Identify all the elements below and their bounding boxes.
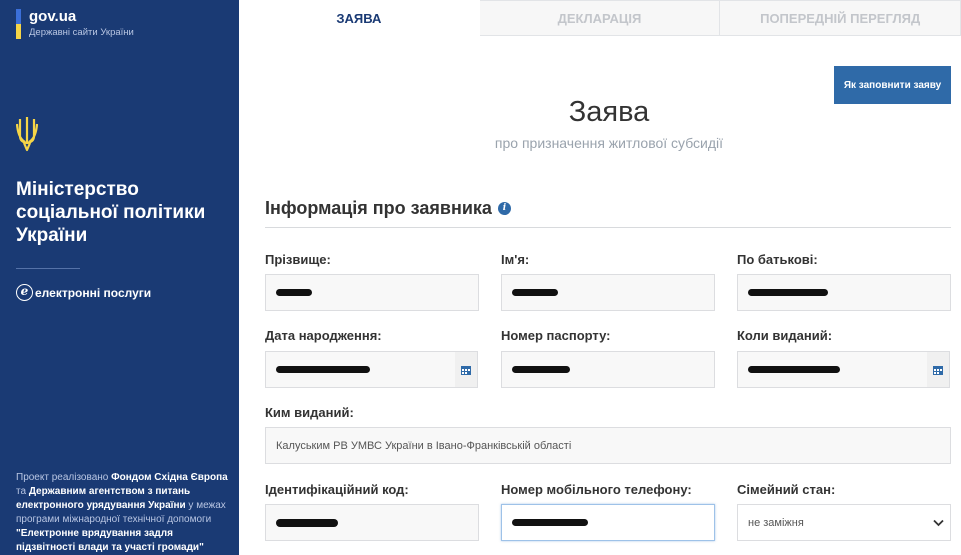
gov-ua-subtitle: Державні сайти України bbox=[29, 27, 134, 38]
wizard-tabs: Заява Декларація Попередній перегляд bbox=[239, 0, 961, 36]
birth-date-input[interactable] bbox=[265, 351, 456, 388]
redacted-value bbox=[512, 519, 588, 526]
project-link-fund[interactable]: Фондом Східна Європа bbox=[111, 472, 228, 483]
phone-input[interactable] bbox=[501, 504, 715, 541]
chevron-down-icon bbox=[933, 519, 944, 526]
project-credits: Проект реалізовано Фондом Східна Європа … bbox=[16, 471, 228, 555]
family-status-label: Сімейний стан: bbox=[737, 482, 836, 497]
trident-emblem-icon bbox=[16, 117, 38, 152]
e-services-icon: e bbox=[16, 284, 33, 301]
name-label: Ім'я: bbox=[501, 252, 530, 267]
issued-when-input[interactable] bbox=[737, 351, 928, 388]
issued-when-calendar-button[interactable] bbox=[927, 351, 950, 388]
e-services-link[interactable]: e електронні послуги bbox=[16, 284, 151, 301]
passport-input[interactable] bbox=[501, 351, 715, 388]
sidebar-divider bbox=[16, 268, 80, 269]
family-status-select[interactable]: не заміжня bbox=[737, 504, 951, 541]
section-divider bbox=[265, 227, 951, 228]
ministry-title: Міністерство соціальної політики України bbox=[16, 179, 206, 246]
birth-date-label: Дата народження: bbox=[265, 328, 382, 343]
section-title-text: Інформація про заявника bbox=[265, 198, 492, 218]
patronymic-label: По батькові: bbox=[737, 252, 818, 267]
tax-id-input[interactable] bbox=[265, 504, 479, 541]
redacted-value bbox=[748, 289, 828, 296]
tab-declaration[interactable]: Декларація bbox=[479, 0, 721, 36]
e-services-label: електронні послуги bbox=[35, 285, 152, 300]
section-title: Інформація про заявника i bbox=[265, 198, 511, 219]
gov-ua-logo[interactable]: gov.ua Державні сайти України bbox=[16, 8, 134, 39]
project-text-1: Проект реалізовано bbox=[16, 472, 112, 483]
surname-label: Прізвище: bbox=[265, 252, 331, 267]
redacted-value bbox=[276, 366, 370, 373]
tax-id-label: Ідентифікаційний код: bbox=[265, 482, 409, 497]
redacted-value bbox=[512, 366, 570, 373]
redacted-value bbox=[748, 366, 840, 373]
surname-input[interactable] bbox=[265, 274, 479, 311]
ukraine-flag-icon bbox=[16, 9, 21, 39]
passport-label: Номер паспорту: bbox=[501, 328, 611, 343]
project-link-agency[interactable]: Державним агентством з питань електронно… bbox=[16, 486, 190, 511]
page-title: Заява bbox=[568, 96, 650, 128]
tab-preview[interactable]: Попередній перегляд bbox=[720, 0, 961, 36]
issued-by-label: Ким виданий: bbox=[265, 405, 354, 420]
redacted-value bbox=[276, 518, 338, 527]
project-text-2: та bbox=[16, 486, 29, 497]
sidebar: gov.ua Державні сайти України Міністерст… bbox=[0, 0, 239, 555]
redacted-value bbox=[512, 289, 558, 296]
page-subtitle: про призначення житлової субсидії bbox=[494, 135, 724, 151]
phone-label: Номер мобільного телефону: bbox=[501, 482, 692, 497]
issued-when-label: Коли виданий: bbox=[737, 328, 833, 343]
redacted-value bbox=[276, 289, 312, 296]
gov-ua-title: gov.ua bbox=[29, 8, 77, 25]
birth-date-calendar-button[interactable] bbox=[455, 351, 478, 388]
patronymic-input[interactable] bbox=[737, 274, 951, 311]
tab-application[interactable]: Заява bbox=[239, 0, 480, 36]
family-status-value: не заміжня bbox=[748, 516, 804, 529]
name-input[interactable] bbox=[501, 274, 715, 311]
calendar-icon bbox=[461, 365, 471, 375]
project-link-program[interactable]: "Електронне врядування задля підзвітност… bbox=[16, 528, 204, 553]
issued-by-input[interactable]: Калуським РВ УМВС України в Івано-Франкі… bbox=[265, 427, 951, 464]
info-icon[interactable]: i bbox=[497, 202, 511, 215]
calendar-icon bbox=[933, 365, 943, 375]
